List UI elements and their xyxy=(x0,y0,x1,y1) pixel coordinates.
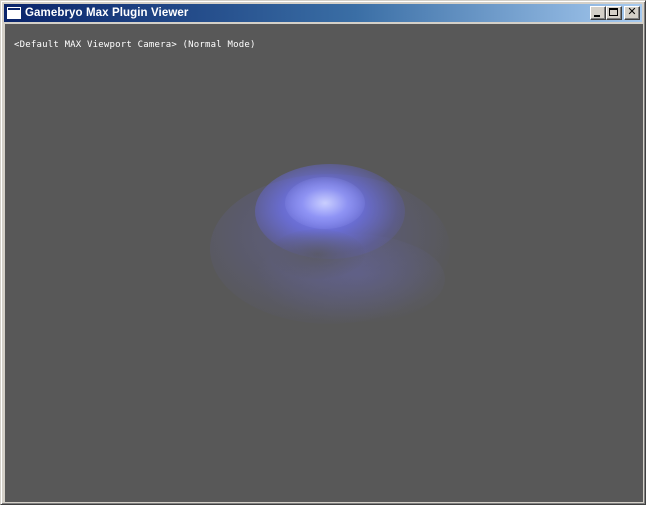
title-bar[interactable]: Gamebryo Max Plugin Viewer ✕ xyxy=(4,4,642,22)
viewer-window: Gamebryo Max Plugin Viewer ✕ <Default MA… xyxy=(0,0,646,505)
window-app-icon[interactable] xyxy=(7,7,21,19)
window-controls: ✕ xyxy=(590,5,640,20)
minimize-button[interactable] xyxy=(590,6,606,20)
minimize-icon xyxy=(594,15,600,17)
close-button[interactable]: ✕ xyxy=(624,5,640,20)
maximize-button[interactable] xyxy=(606,6,622,20)
maximize-icon xyxy=(609,8,618,16)
camera-mode-label: <Default MAX Viewport Camera> (Normal Mo… xyxy=(14,40,256,50)
particle-glow-highlight xyxy=(285,177,365,229)
window-title: Gamebryo Max Plugin Viewer xyxy=(25,7,189,19)
close-icon: ✕ xyxy=(627,5,637,18)
particle-glow-shadow xyxy=(270,229,365,279)
render-viewport[interactable]: <Default MAX Viewport Camera> (Normal Mo… xyxy=(5,24,643,502)
